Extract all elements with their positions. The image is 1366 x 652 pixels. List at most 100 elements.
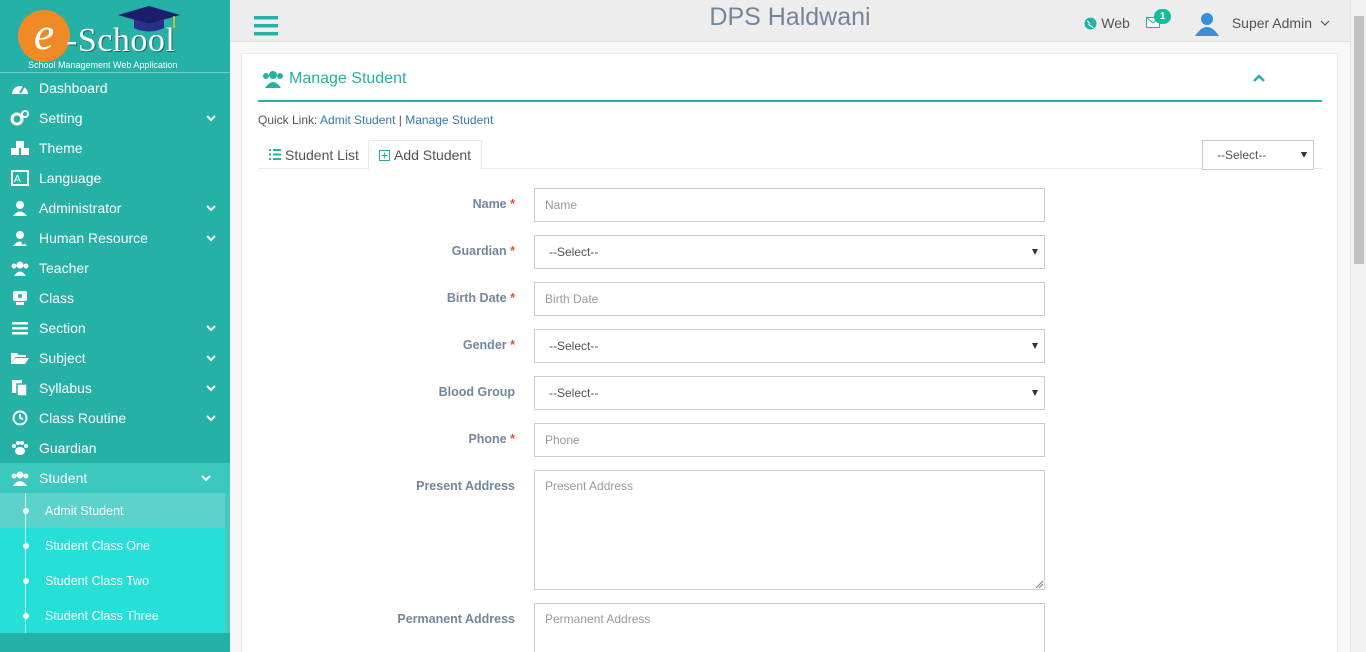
graduation-cap-icon <box>118 6 180 32</box>
sidebar-item-subject[interactable]: Subject <box>0 343 230 373</box>
logo-letter: e <box>18 10 70 62</box>
phone-input[interactable]: Phone <box>534 423 1045 457</box>
chevron-down-icon <box>206 115 216 122</box>
sidebar-item-label: Subject <box>39 350 86 366</box>
class-filter-select[interactable]: --Select-- <box>1202 140 1314 170</box>
sidebar: e -School School Management Web Applicat… <box>0 0 230 652</box>
guardian-select[interactable]: --Select-- <box>534 235 1045 269</box>
blood-group-label: Blood Group <box>438 385 515 399</box>
sidebar-item-label: Syllabus <box>39 380 92 396</box>
top-navbar: DPS Haldwani Web 1 Super Admin <box>230 0 1350 42</box>
sidebar-item-syllabus[interactable]: Syllabus <box>0 373 230 403</box>
users-icon <box>10 259 30 277</box>
quick-link-admit-student[interactable]: Admit Student <box>320 113 395 127</box>
caret-down-icon <box>1032 249 1038 255</box>
submenu-student-class-one[interactable]: Student Class One <box>0 528 225 563</box>
messages-button[interactable]: 1 <box>1145 9 1174 33</box>
quick-link-manage-student[interactable]: Manage Student <box>405 113 493 127</box>
language-icon: A <box>10 169 30 187</box>
class-filter-value: --Select-- <box>1217 148 1267 162</box>
resize-grip-icon[interactable] <box>1035 580 1043 588</box>
chevron-down-icon <box>206 355 216 362</box>
tab-student-list[interactable]: Student List <box>259 140 369 169</box>
submenu-student-class-two[interactable]: Student Class Two <box>0 563 225 598</box>
blood-group-select[interactable]: --Select-- <box>534 376 1045 410</box>
user-avatar-icon[interactable] <box>1194 10 1220 36</box>
sidebar-item-class[interactable]: Class <box>0 283 230 313</box>
sidebar-item-language[interactable]: A Language <box>0 163 230 193</box>
tab-label: Add Student <box>394 147 472 163</box>
gears-icon <box>10 109 30 127</box>
sidebar-item-teacher[interactable]: Teacher <box>0 253 230 283</box>
phone-label: Phone * <box>468 432 515 446</box>
student-submenu: Admit Student Student Class One Student … <box>0 493 230 633</box>
app-logo[interactable]: e -School School Management Web Applicat… <box>0 0 230 73</box>
quick-link-label: Quick Link: <box>258 113 318 127</box>
gender-label: Gender * <box>462 338 515 352</box>
sidebar-item-label: Guardian <box>39 440 97 456</box>
cubes-icon <box>10 139 30 157</box>
name-label: Name * <box>472 197 515 211</box>
tab-bar: Student List Add Student <box>258 140 1322 170</box>
sidebar-item-theme[interactable]: Theme <box>0 133 230 163</box>
sidebar-item-label: Section <box>39 320 86 336</box>
sidebar-item-label: Language <box>39 170 102 186</box>
page-scrollbar[interactable] <box>1350 0 1366 652</box>
sidebar-item-class-routine[interactable]: Class Routine <box>0 403 230 433</box>
sidebar-item-label: Dashboard <box>39 80 108 96</box>
svg-text:A: A <box>14 174 21 185</box>
sidebar-item-guardian[interactable]: Guardian <box>0 433 230 463</box>
tab-add-student[interactable]: Add Student <box>368 140 483 170</box>
birth-date-label: Birth Date * <box>446 291 515 305</box>
user-name[interactable]: Super Admin <box>1232 15 1312 31</box>
nav-right: Web 1 Super Admin <box>1084 9 1330 36</box>
submenu-student-class-three[interactable]: Student Class Three <box>0 598 225 633</box>
list-icon <box>269 149 281 160</box>
sidebar-item-dashboard[interactable]: Dashboard <box>0 73 230 103</box>
tab-label: Student List <box>285 146 359 163</box>
sidebar-item-label: Class Routine <box>39 410 127 426</box>
sidebar-item-human-resource[interactable]: Human Resource <box>0 223 230 253</box>
quick-link-separator: | <box>398 113 402 127</box>
web-link-label: Web <box>1101 15 1130 31</box>
user-md-icon <box>10 229 30 247</box>
sidebar-item-label: Student <box>39 470 88 486</box>
panel-title: Manage Student <box>262 70 406 88</box>
chevron-up-icon[interactable] <box>1252 72 1266 84</box>
chevron-down-icon <box>1320 20 1330 26</box>
caret-down-icon <box>1032 390 1038 396</box>
sidebar-item-student[interactable]: Student <box>0 463 230 493</box>
web-link[interactable]: Web <box>1084 15 1130 31</box>
chevron-down-icon <box>206 415 216 422</box>
present-address-label: Present Address <box>416 479 515 493</box>
dashboard-icon <box>10 79 30 97</box>
birth-date-input[interactable]: Birth Date <box>534 282 1045 316</box>
message-count-badge: 1 <box>1153 9 1172 24</box>
sidebar-item-label: Setting <box>39 110 83 126</box>
quick-links: Quick Link: Admit Student | Manage Stude… <box>258 113 493 127</box>
users-icon <box>263 71 283 88</box>
present-address-textarea[interactable]: Present Address <box>534 470 1045 590</box>
chevron-down-icon <box>206 385 216 392</box>
gender-select[interactable]: --Select-- <box>534 329 1045 363</box>
clock-icon <box>10 409 30 427</box>
chevron-down-icon <box>206 235 216 242</box>
copy-icon <box>10 379 30 397</box>
sidebar-item-label: Administrator <box>39 200 122 216</box>
chevron-down-icon <box>206 325 216 332</box>
name-input[interactable]: Name <box>534 188 1045 222</box>
sidebar-item-label: Theme <box>39 140 83 156</box>
chevron-down-icon <box>206 205 216 212</box>
classroom-icon <box>10 289 30 307</box>
panel-header: Manage Student <box>258 54 1322 102</box>
sidebar-item-administrator[interactable]: Administrator <box>0 193 230 223</box>
permanent-address-textarea[interactable]: Permanent Address <box>534 603 1045 652</box>
submenu-admit-student[interactable]: Admit Student <box>0 493 225 528</box>
permanent-address-label: Permanent Address <box>397 612 515 626</box>
plus-square-icon <box>379 149 390 161</box>
panel-title-text: Manage Student <box>289 70 407 87</box>
scrollbar-thumb[interactable] <box>1354 16 1364 264</box>
sidebar-item-section[interactable]: Section <box>0 313 230 343</box>
sidebar-item-setting[interactable]: Setting <box>0 103 230 133</box>
sidebar-menu: Dashboard Setting Theme A Language Admin… <box>0 73 230 493</box>
